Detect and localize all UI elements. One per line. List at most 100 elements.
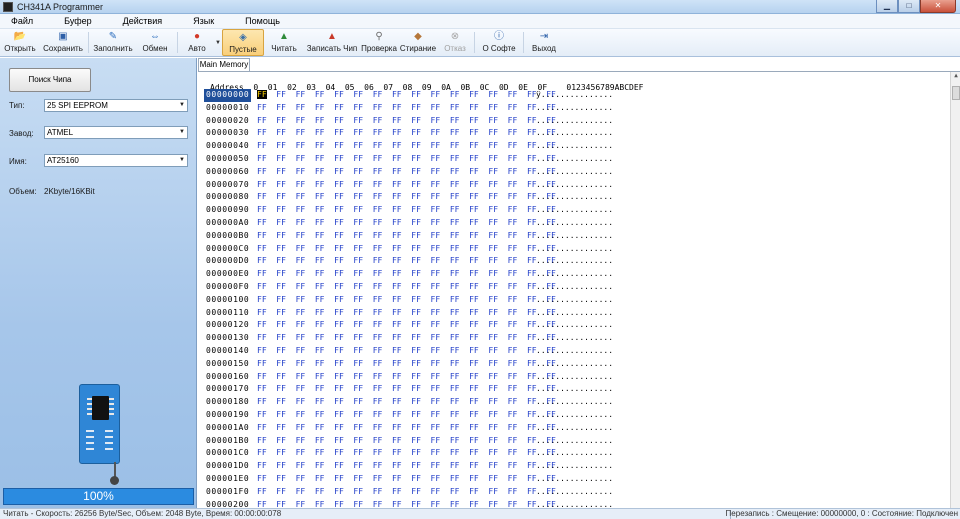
hex-row-bytes[interactable]: FF FF FF FF FF FF FF FF FF FF FF FF FF F…	[257, 473, 556, 486]
hex-byte-cell[interactable]: FF	[508, 410, 518, 419]
hex-byte-cell[interactable]: FF	[353, 423, 363, 432]
hex-byte-cell[interactable]: FF	[392, 295, 402, 304]
hex-byte-cell[interactable]: FF	[353, 359, 363, 368]
hex-byte-cell[interactable]: FF	[315, 423, 325, 432]
hex-byte-cell[interactable]: FF	[411, 256, 421, 265]
hex-byte-cell[interactable]: FF	[334, 244, 344, 253]
hex-byte-cell[interactable]: FF	[392, 461, 402, 470]
hex-row-bytes[interactable]: FF FF FF FF FF FF FF FF FF FF FF FF FF F…	[257, 294, 556, 307]
vendor-select[interactable]: ATMEL ▼	[44, 126, 188, 139]
hex-byte-cell[interactable]: FF	[431, 256, 441, 265]
hex-byte-cell[interactable]: FF	[257, 436, 267, 445]
hex-byte-cell[interactable]: FF	[296, 218, 306, 227]
hex-byte-cell[interactable]: FF	[431, 487, 441, 496]
hex-byte-cell[interactable]: FF	[257, 256, 267, 265]
hex-byte-cell[interactable]: FF	[508, 295, 518, 304]
hex-byte-cell[interactable]: FF	[257, 359, 267, 368]
hex-byte-cell[interactable]: FF	[411, 320, 421, 329]
hex-byte-cell[interactable]: FF	[353, 154, 363, 163]
hex-byte-cell[interactable]: FF	[276, 205, 286, 214]
hex-byte-cell[interactable]: FF	[450, 372, 460, 381]
hex-byte-cell[interactable]: FF	[334, 90, 344, 99]
hex-byte-cell[interactable]: FF	[373, 448, 383, 457]
hex-byte-cell[interactable]: FF	[276, 154, 286, 163]
hex-byte-cell[interactable]: FF	[450, 461, 460, 470]
hex-byte-cell[interactable]: FF	[431, 141, 441, 150]
hex-byte-cell[interactable]: FF	[315, 103, 325, 112]
hex-byte-cell[interactable]: FF	[353, 500, 363, 509]
hex-byte-cell[interactable]: FF	[411, 372, 421, 381]
hex-byte-cell[interactable]: FF	[450, 308, 460, 317]
hex-row-bytes[interactable]: FF FF FF FF FF FF FF FF FF FF FF FF FF F…	[257, 422, 556, 435]
hex-byte-cell[interactable]: FF	[296, 372, 306, 381]
hex-byte-cell[interactable]: FF	[450, 384, 460, 393]
hex-byte-cell[interactable]: FF	[450, 180, 460, 189]
hex-byte-cell[interactable]: FF	[334, 500, 344, 509]
hex-byte-cell[interactable]: FF	[392, 269, 402, 278]
hex-byte-cell[interactable]: FF	[373, 192, 383, 201]
hex-byte-cell[interactable]: FF	[373, 384, 383, 393]
hex-byte-cell[interactable]: FF	[334, 384, 344, 393]
hex-byte-cell[interactable]: FF	[276, 423, 286, 432]
hex-byte-cell[interactable]: FF	[353, 205, 363, 214]
hex-byte-cell[interactable]: FF	[411, 308, 421, 317]
hex-byte-cell[interactable]: FF	[469, 448, 479, 457]
hex-byte-cell[interactable]: FF	[392, 397, 402, 406]
hex-byte-cell[interactable]: FF	[296, 231, 306, 240]
hex-byte-cell[interactable]: FF	[392, 128, 402, 137]
hex-byte-cell[interactable]: FF	[296, 205, 306, 214]
hex-byte-cell[interactable]: FF	[257, 269, 267, 278]
hex-byte-cell[interactable]: FF	[450, 205, 460, 214]
hex-byte-cell[interactable]: FF	[392, 192, 402, 201]
hex-row-bytes[interactable]: FF FF FF FF FF FF FF FF FF FF FF FF FF F…	[257, 255, 556, 268]
hex-byte-cell[interactable]: FF	[488, 154, 498, 163]
hex-byte-cell[interactable]: FF	[276, 282, 286, 291]
hex-byte-cell[interactable]: FF	[488, 192, 498, 201]
hex-byte-cell[interactable]: FF	[411, 346, 421, 355]
hex-byte-cell[interactable]: FF	[431, 372, 441, 381]
hex-byte-cell[interactable]: FF	[334, 397, 344, 406]
hex-row[interactable]: 000001E0 FF FF FF FF FF FF FF FF FF FF FF…	[198, 473, 948, 486]
hex-row[interactable]: 00000120 FF FF FF FF FF FF FF FF FF FF FF…	[198, 319, 948, 332]
hex-row[interactable]: 00000140 FF FF FF FF FF FF FF FF FF FF FF…	[198, 345, 948, 358]
hex-byte-cell[interactable]: FF	[334, 487, 344, 496]
hex-row-bytes[interactable]: FF FF FF FF FF FF FF FF FF FF FF FF FF F…	[257, 332, 556, 345]
search-chip-button[interactable]: Поиск Чипа	[9, 68, 91, 92]
hex-byte-cell[interactable]: FF	[296, 244, 306, 253]
hex-byte-cell[interactable]: FF	[508, 359, 518, 368]
hex-byte-cell[interactable]: FF	[392, 141, 402, 150]
hex-row[interactable]: 00000170 FF FF FF FF FF FF FF FF FF FF FF…	[198, 383, 948, 396]
hex-byte-cell[interactable]: FF	[315, 218, 325, 227]
hex-byte-cell[interactable]: FF	[508, 436, 518, 445]
hex-byte-cell[interactable]: FF	[431, 308, 441, 317]
hex-byte-cell[interactable]: FF	[508, 90, 518, 99]
hex-row-bytes[interactable]: FF FF FF FF FF FF FF FF FF FF FF FF FF F…	[257, 140, 556, 153]
hex-byte-cell[interactable]: FF	[392, 256, 402, 265]
hex-byte-cell[interactable]: FF	[353, 180, 363, 189]
hex-byte-cell[interactable]: FF	[276, 487, 286, 496]
hex-byte-cell[interactable]: FF	[373, 282, 383, 291]
hex-row[interactable]: 000001B0 FF FF FF FF FF FF FF FF FF FF FF…	[198, 435, 948, 448]
hex-byte-cell[interactable]: FF	[431, 231, 441, 240]
hex-byte-cell[interactable]: FF	[296, 448, 306, 457]
hex-byte-cell[interactable]: FF	[469, 372, 479, 381]
hex-row-bytes[interactable]: FF FF FF FF FF FF FF FF FF FF FF FF FF F…	[257, 243, 556, 256]
hex-byte-cell[interactable]: FF	[508, 256, 518, 265]
hex-byte-cell[interactable]: FF	[508, 218, 518, 227]
hex-byte-cell[interactable]: FF	[488, 116, 498, 125]
hex-row[interactable]: 000001D0 FF FF FF FF FF FF FF FF FF FF FF…	[198, 460, 948, 473]
hex-byte-cell[interactable]: FF	[334, 128, 344, 137]
hex-byte-cell[interactable]: FF	[469, 218, 479, 227]
hex-byte-cell[interactable]: FF	[431, 269, 441, 278]
hex-byte-cell[interactable]: FF	[353, 372, 363, 381]
hex-byte-cell[interactable]: FF	[296, 320, 306, 329]
hex-byte-cell[interactable]: FF	[334, 295, 344, 304]
hex-byte-cell[interactable]: FF	[276, 474, 286, 483]
hex-byte-cell[interactable]: FF	[450, 90, 460, 99]
hex-byte-cell[interactable]: FF	[257, 282, 267, 291]
hex-byte-cell[interactable]: FF	[257, 346, 267, 355]
hex-byte-cell[interactable]: FF	[276, 116, 286, 125]
hex-byte-cell[interactable]: FF	[392, 423, 402, 432]
vertical-scrollbar[interactable]: ▲	[950, 72, 960, 508]
hex-byte-cell[interactable]: FF	[392, 154, 402, 163]
